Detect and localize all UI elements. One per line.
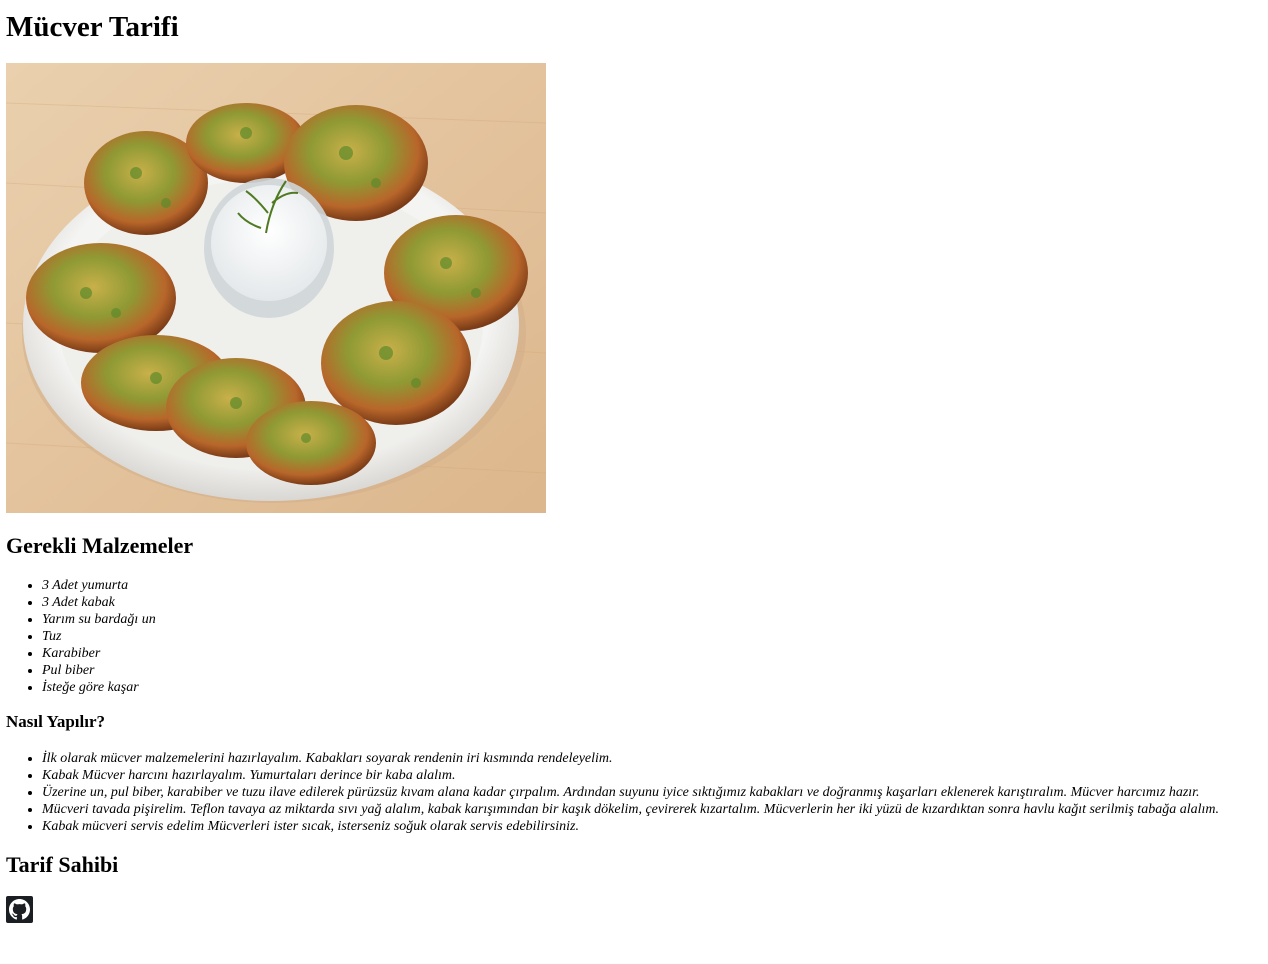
list-item: İsteğe göre kaşar	[42, 679, 156, 696]
list-item: Karabiber	[42, 645, 156, 662]
list-item: Pul biber	[42, 662, 156, 679]
list-item: İlk olarak mücver malzemelerini hazırlay…	[42, 750, 1219, 767]
list-item: Kabak Mücver harcını hazırlayalım. Yumur…	[42, 767, 1219, 784]
list-item: Yarım su bardağı un	[42, 611, 156, 628]
page-title: Mücver Tarifi	[6, 11, 179, 43]
list-item: 3 Adet kabak	[42, 594, 156, 611]
list-item: Tuz	[42, 628, 156, 645]
mucver-plate-image	[6, 63, 546, 513]
list-item: Üzerine un, pul biber, karabiber ve tuzu…	[42, 784, 1219, 801]
list-item: 3 Adet yumurta	[42, 577, 156, 594]
mucver-photo	[6, 63, 546, 513]
ingredients-list: 3 Adet yumurta 3 Adet kabak Yarım su bar…	[6, 577, 156, 696]
owner-heading: Tarif Sahibi	[6, 852, 119, 877]
list-item: Mücveri tavada pişirelim. Teflon tavaya …	[42, 801, 1219, 818]
steps-list: İlk olarak mücver malzemelerini hazırlay…	[6, 750, 1219, 835]
steps-heading: Nasıl Yapılır?	[6, 712, 106, 731]
github-icon	[9, 899, 30, 920]
github-link[interactable]	[6, 896, 33, 923]
ingredients-heading: Gerekli Malzemeler	[6, 533, 194, 558]
list-item: Kabak mücveri servis edelim Mücverleri i…	[42, 818, 1219, 835]
